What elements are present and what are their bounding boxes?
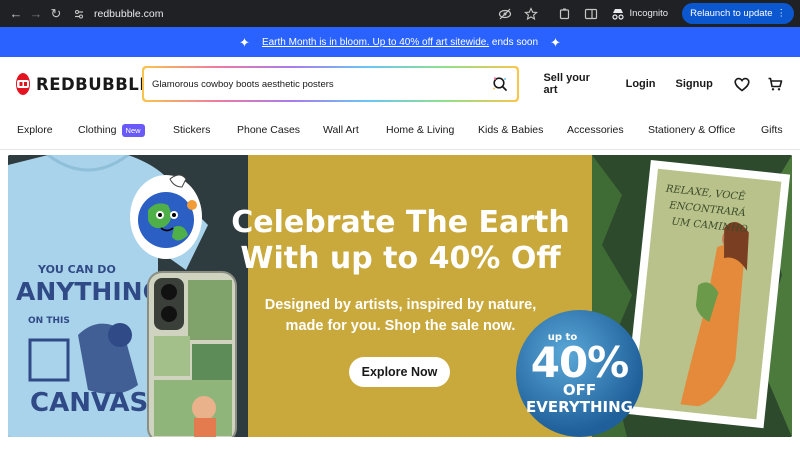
kebab-menu-icon: ⋮	[776, 8, 787, 19]
reload-icon[interactable]: ↻	[46, 4, 66, 24]
category-accessories[interactable]: Accessories	[567, 124, 648, 136]
new-badge: New	[121, 123, 145, 137]
category-stickers[interactable]: Stickers	[173, 124, 237, 136]
tab-search-icon[interactable]	[581, 4, 601, 24]
search-box	[142, 66, 520, 102]
search-input[interactable]	[152, 78, 492, 90]
earth-sticker-image	[130, 174, 202, 259]
tshirt-text-line3: ON THIS	[28, 316, 70, 326]
nav-divider	[0, 149, 800, 150]
category-gifts[interactable]: Gifts	[761, 124, 783, 136]
search-icon[interactable]	[491, 75, 509, 93]
incognito-label: Incognito	[629, 8, 669, 19]
bookmark-star-icon[interactable]	[521, 4, 541, 24]
promo-suffix: ends soon	[491, 36, 539, 48]
category-label: Stickers	[173, 124, 211, 136]
login-link[interactable]: Login	[626, 78, 656, 90]
logo-text: REDBUBBLE	[36, 74, 152, 94]
sale-badge: up to 40% OFF EVERYTHING	[516, 310, 643, 437]
relaunch-label: Relaunch to update	[690, 8, 773, 19]
relaunch-button[interactable]: Relaunch to update ⋮	[682, 3, 794, 24]
forward-icon[interactable]: →	[26, 4, 46, 24]
eye-off-icon[interactable]	[495, 4, 515, 24]
sale-badge-everything: EVERYTHING	[526, 397, 633, 416]
heart-icon[interactable]	[733, 75, 751, 93]
category-phone-cases[interactable]: Phone Cases	[237, 124, 323, 136]
tshirt-text-line2: ANYTHING	[16, 277, 163, 306]
address-bar[interactable]: redbubble.com	[66, 0, 495, 27]
category-kids-babies[interactable]: Kids & Babies	[478, 124, 567, 136]
hero-banner[interactable]: YOU CAN DO ANYTHING ON THIS CANVAS RELAX…	[8, 155, 792, 437]
category-label: Kids & Babies	[478, 124, 544, 136]
category-label: Wall Art	[323, 124, 359, 136]
category-home-living[interactable]: Home & Living	[386, 124, 478, 136]
category-label: Home & Living	[386, 124, 455, 136]
extensions-icon[interactable]	[555, 4, 575, 24]
sparkle-icon: ✦	[239, 34, 250, 50]
browser-toolbar: ← → ↻ redbubble.com Incognito Relaunch t…	[0, 0, 800, 27]
cart-icon[interactable]	[766, 75, 784, 93]
category-nav: Explore Clothing New Stickers Phone Case…	[0, 111, 800, 149]
site-header: REDBUBBLE Sell your art Login Signup	[0, 57, 800, 111]
category-label: Clothing	[78, 124, 117, 136]
category-label: Accessories	[567, 124, 624, 136]
hero-title: Celebrate The Earth With up to 40% Off	[213, 205, 588, 277]
category-label: Gifts	[761, 124, 783, 136]
incognito-icon	[611, 8, 624, 20]
hero-title-line1: Celebrate The Earth	[231, 205, 570, 240]
signup-link[interactable]: Signup	[676, 78, 713, 90]
promo-link[interactable]: Earth Month is in bloom. Up to 40% off a…	[262, 37, 489, 48]
category-label: Explore	[17, 124, 53, 136]
category-wall-art[interactable]: Wall Art	[323, 124, 386, 136]
category-explore[interactable]: Explore	[17, 124, 78, 136]
tshirt-text-line1: YOU CAN DO	[37, 263, 116, 276]
explore-now-button[interactable]: Explore Now	[349, 357, 450, 387]
site-info-icon[interactable]	[72, 7, 86, 21]
redbubble-logo[interactable]: REDBUBBLE	[16, 73, 151, 95]
category-label: Stationery & Office	[648, 124, 736, 136]
tshirt-text-line4: CANVAS	[30, 388, 148, 418]
promo-banner: ✦ Earth Month is in bloom. Up to 40% off…	[0, 27, 800, 57]
category-stationery-office[interactable]: Stationery & Office	[648, 124, 761, 136]
hero-title-line2: With up to 40% Off	[240, 241, 561, 276]
url-text: redbubble.com	[94, 7, 164, 20]
category-label: Phone Cases	[237, 124, 301, 136]
incognito-indicator[interactable]: Incognito	[607, 8, 677, 20]
sparkle-icon: ✦	[550, 34, 561, 50]
category-clothing[interactable]: Clothing New	[78, 123, 173, 137]
logo-bubble-icon	[16, 73, 30, 95]
sale-badge-percent: 40%	[530, 337, 630, 387]
sale-badge-off: OFF	[562, 380, 597, 399]
sell-your-art-link[interactable]: Sell your art	[543, 72, 605, 96]
back-icon[interactable]: ←	[6, 4, 26, 24]
hero-subtitle-line1: Designed by artists, inspired by nature,	[264, 297, 537, 313]
